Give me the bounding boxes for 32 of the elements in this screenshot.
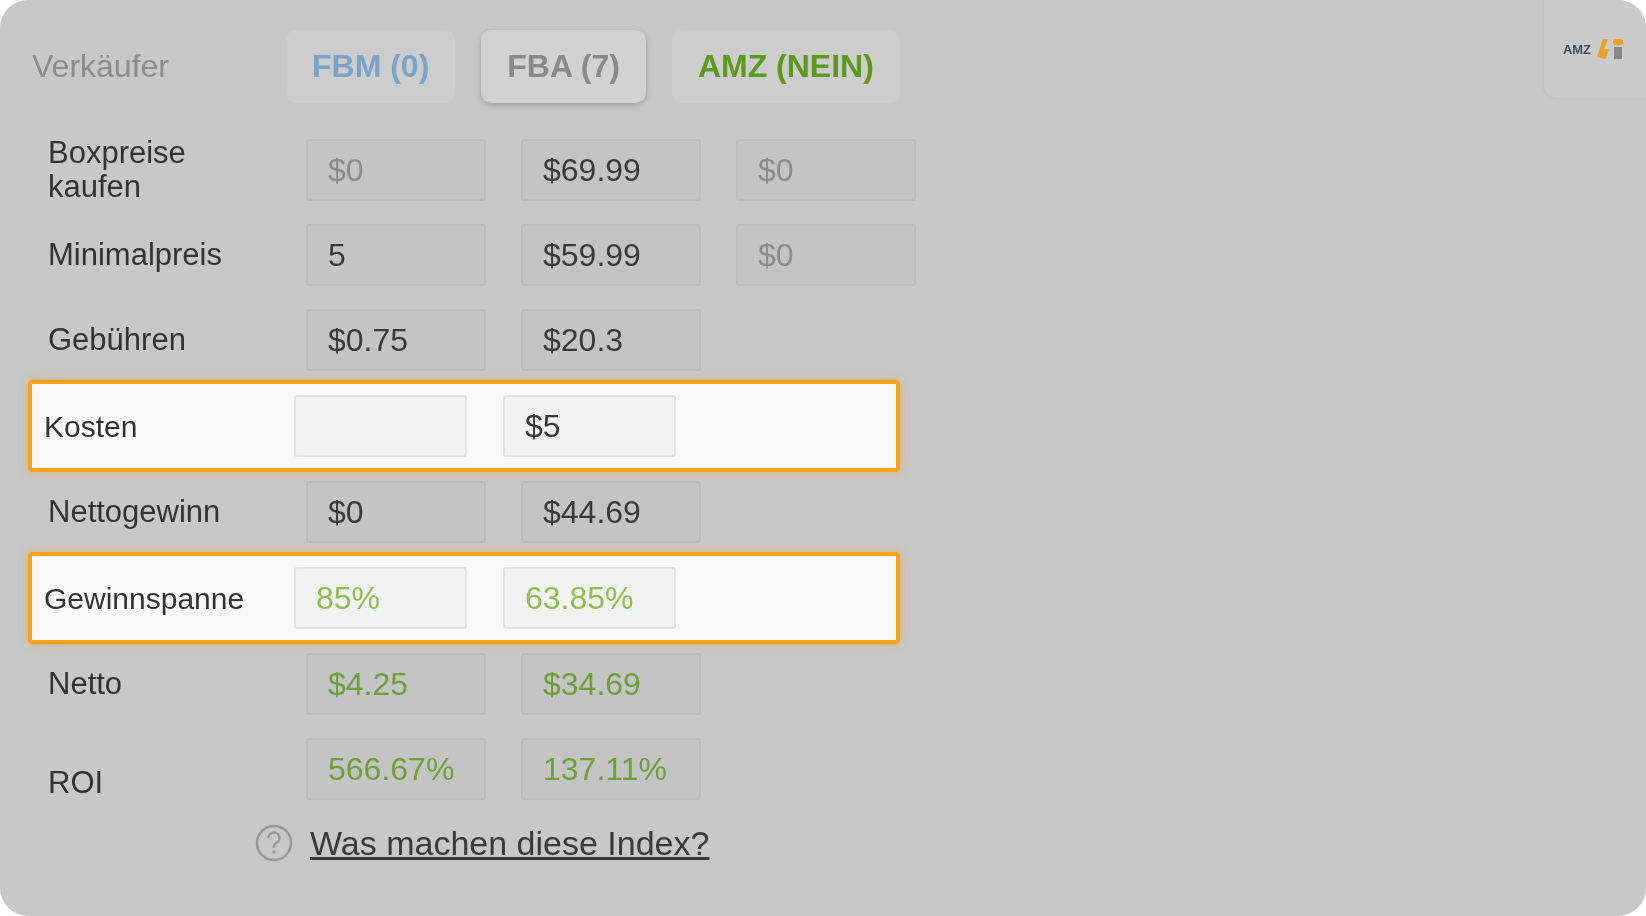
value-field[interactable]: $20.3	[521, 309, 701, 371]
value-field[interactable]: $69.99	[521, 139, 701, 201]
row-label: Gewinnspanne	[44, 581, 246, 615]
value-field[interactable]: 5	[306, 224, 486, 286]
value-field[interactable]: $0	[306, 139, 486, 201]
row-label: Kosten	[44, 409, 139, 443]
value-field[interactable]: 137.11%	[521, 738, 701, 800]
row-label: Boxpreise kaufen	[48, 135, 187, 205]
value-field[interactable]: $0	[306, 481, 486, 543]
value-field[interactable]: $0	[736, 139, 916, 201]
help-link[interactable]: Was machen diese Index?	[310, 823, 710, 863]
value-field[interactable]: 85%	[294, 567, 467, 629]
value-field[interactable]: $44.69	[521, 481, 701, 543]
row-label: ROI	[48, 765, 105, 800]
value-field[interactable]: $34.69	[521, 653, 701, 715]
value-field[interactable]: $59.99	[521, 224, 701, 286]
value-field[interactable]: 566.67%	[306, 738, 486, 800]
seller-label: Verkäufer	[32, 48, 170, 85]
row-label: Minimalpreis	[48, 237, 223, 273]
value-field[interactable]: $0	[736, 224, 916, 286]
value-field[interactable]: $4.25	[306, 653, 486, 715]
value-field[interactable]: $0.75	[306, 309, 486, 371]
row-label: Nettogewinn	[48, 494, 222, 530]
row-label: Netto	[48, 666, 124, 702]
seller-tab[interactable]: FBA (7)	[481, 30, 646, 103]
row-label: Gebühren	[48, 322, 187, 358]
seller-tab[interactable]: FBM (0)	[286, 30, 456, 103]
value-field[interactable]: 63.85%	[503, 567, 676, 629]
logo-text: AMZ	[1562, 41, 1592, 57]
seller-tab[interactable]: AMZ (NEIN)	[671, 30, 900, 103]
help-icon	[254, 823, 294, 863]
value-field[interactable]: $5	[503, 395, 676, 457]
